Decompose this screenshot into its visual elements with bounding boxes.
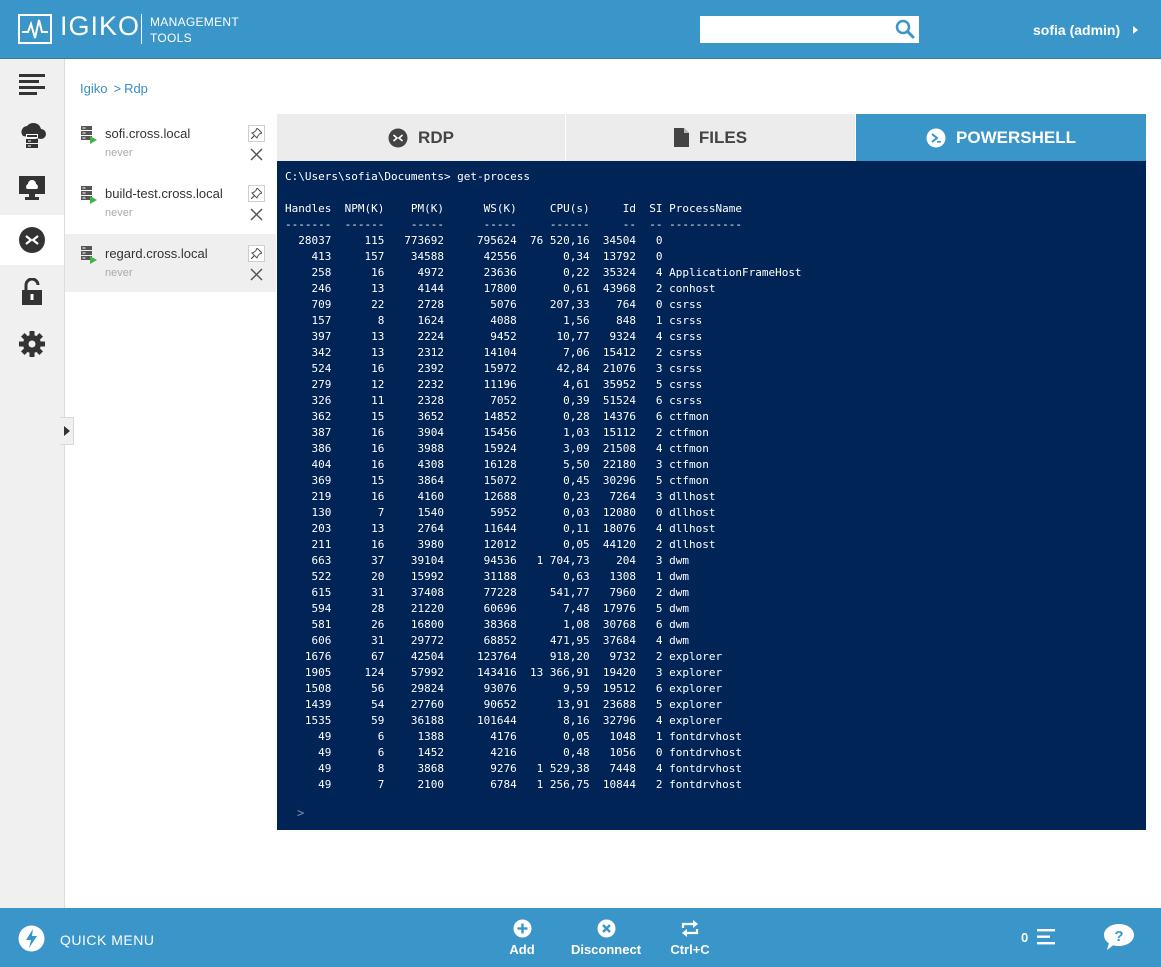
server-connect-icon (81, 186, 97, 204)
unlock-icon (22, 278, 42, 305)
pin-icon (251, 248, 262, 259)
sidebar-item-settings[interactable] (0, 319, 64, 369)
tab-rdp[interactable]: RDP (277, 114, 565, 161)
pin-icon (251, 188, 262, 199)
pin-button[interactable] (248, 125, 265, 142)
add-button[interactable]: Add (501, 918, 543, 962)
powershell-icon (926, 128, 946, 147)
gear-icon (19, 331, 45, 357)
tab-files[interactable]: FILES (566, 114, 855, 161)
pin-button[interactable] (248, 185, 265, 202)
help-icon[interactable]: ? (1103, 923, 1135, 951)
tab-powershell-label: POWERSHELL (956, 127, 1076, 147)
breadcrumb-igiko[interactable]: Igiko (80, 81, 107, 96)
search-input[interactable] (700, 16, 885, 43)
search-icon[interactable] (895, 19, 915, 39)
hamburger-icon (19, 74, 45, 95)
pin-button[interactable] (248, 245, 265, 262)
x-circle-icon (597, 919, 615, 937)
user-menu[interactable]: sofia (admin) (1033, 22, 1120, 38)
terminal-prompt[interactable]: > (297, 806, 304, 820)
disconnect-button-label: Disconnect (570, 942, 642, 957)
left-icon-bar (0, 59, 65, 908)
brand-name: IGIKO (60, 11, 141, 41)
close-icon[interactable] (250, 268, 263, 281)
ctrl-c-button[interactable]: Ctrl+C (666, 918, 714, 962)
file-icon (673, 128, 689, 147)
tab-rdp-label: RDP (418, 127, 454, 147)
connection-name[interactable]: regard.cross.local (105, 246, 208, 261)
connection-name[interactable]: build-test.cross.local (105, 186, 223, 201)
disconnect-button[interactable]: Disconnect (570, 918, 642, 962)
connection-status: never (105, 207, 133, 219)
connection-item[interactable]: regard.cross.local never (65, 234, 276, 292)
chevron-right-icon[interactable] (1130, 24, 1140, 36)
brand-subtitle-line1: MANAGEMENT (150, 15, 240, 29)
sidebar-item-cloud-server[interactable] (0, 111, 64, 161)
rdp-icon (388, 128, 408, 147)
server-connect-icon (81, 246, 97, 264)
pin-icon (251, 128, 262, 139)
rdp-icon (19, 227, 45, 253)
cloud-server-icon (21, 122, 46, 148)
connection-item[interactable]: build-test.cross.local never (65, 174, 276, 232)
tab-files-label: FILES (698, 127, 748, 147)
connection-status: never (105, 267, 133, 279)
connection-name[interactable]: sofi.cross.local (105, 126, 190, 141)
powershell-terminal[interactable]: C:\Users\sofia\Documents> get-process Ha… (277, 161, 1146, 830)
connection-item[interactable]: sofi.cross.local never (65, 114, 276, 172)
session-tabs: RDP FILES POWERSHELL (277, 114, 1146, 161)
notification-count: 0 (1021, 930, 1029, 945)
terminal-output: C:\Users\sofia\Documents> get-process Ha… (285, 170, 802, 791)
server-connect-icon (81, 126, 97, 144)
close-icon[interactable] (250, 208, 263, 221)
connection-status: never (105, 147, 133, 159)
ctrl-c-button-label: Ctrl+C (670, 942, 710, 957)
repeat-icon (681, 919, 699, 937)
brand-separator (141, 14, 142, 44)
quick-menu-label[interactable]: QUICK MENU (60, 932, 154, 948)
top-header: IGIKO MANAGEMENT TOOLS sofia (admin) (0, 0, 1161, 59)
sidebar-toggle-button[interactable] (60, 417, 74, 445)
lightning-icon[interactable] (18, 925, 45, 952)
brand-subtitle: MANAGEMENT TOOLS (150, 14, 239, 46)
quick-menu-bar: QUICK MENU Add Disconnect Ctrl+C 0 ? (0, 908, 1161, 967)
breadcrumb-separator: > (113, 81, 122, 96)
close-icon[interactable] (250, 148, 263, 161)
svg-text:?: ? (1114, 928, 1123, 945)
plus-circle-icon (513, 919, 531, 937)
list-icon[interactable] (1037, 928, 1057, 946)
chevron-right-icon (63, 426, 70, 436)
search-box (700, 16, 919, 43)
brand-subtitle-line2: TOOLS (150, 31, 192, 45)
tab-powershell[interactable]: POWERSHELL (856, 114, 1146, 161)
sidebar-item-rdp[interactable] (0, 215, 64, 265)
add-button-label: Add (509, 942, 535, 957)
monitor-cloud-icon (19, 176, 45, 200)
sidebar-item-menu[interactable] (0, 59, 64, 109)
igiko-logo-icon[interactable] (18, 14, 52, 44)
breadcrumb: Igiko > Rdp (80, 81, 148, 96)
sidebar-item-remote-desktop[interactable] (0, 163, 64, 213)
breadcrumb-rdp[interactable]: Rdp (124, 81, 148, 96)
sidebar-item-unlock[interactable] (0, 267, 64, 317)
